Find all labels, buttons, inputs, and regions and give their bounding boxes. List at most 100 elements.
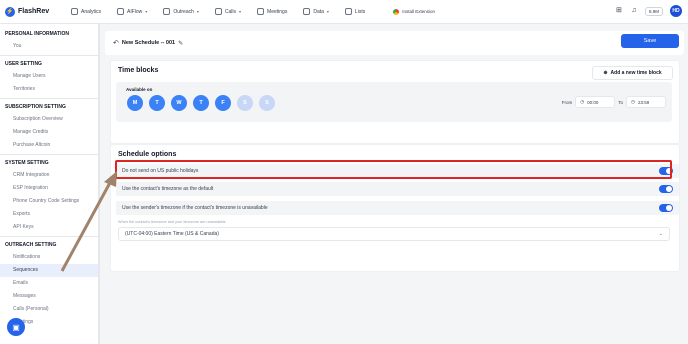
chevron-down-icon: ▾ (239, 9, 242, 14)
clock-icon: ◷ (631, 99, 635, 104)
sidebar-item-esp-integration[interactable]: ESP Integration (0, 182, 98, 195)
nav-label: AIFlow (127, 8, 143, 15)
bell-icon[interactable]: ♫ (630, 7, 638, 15)
top-right-controls: ⊞ ♫ 8.9M HD (615, 5, 682, 17)
schedule-options-title: Schedule options (118, 151, 177, 158)
aiflow-icon (117, 8, 125, 15)
install-extension-link[interactable]: Install Extension (393, 8, 435, 15)
day-thursday[interactable]: T (193, 95, 209, 111)
sidebar-item-subscription-overview[interactable]: Subscription Overview (0, 113, 98, 126)
clock-icon: ◷ (580, 99, 585, 104)
nav-calls[interactable]: Calls ▾ (207, 8, 249, 15)
phone-icon (214, 8, 222, 15)
nav-label: Analytics (81, 8, 102, 15)
top-navigation-bar: ⚡ FlashRev Analytics AIFlow ▾ Outreach ▾ C… (0, 0, 688, 24)
nav-aiflow[interactable]: AIFlow ▾ (109, 8, 155, 15)
highlight-box (115, 160, 672, 179)
time-block-row: Available on M T W T F S S From ◷ 00:00 T… (116, 82, 672, 122)
section-title-outreach: OUTREACH SETTING (5, 242, 57, 248)
sidebar-item-manage-users[interactable]: Manage Users (0, 70, 98, 83)
time-blocks-card: Time blocks ⊕ Add a new time block Avail… (110, 60, 680, 144)
time-blocks-title: Time blocks (118, 67, 159, 74)
contact-timezone-toggle[interactable] (659, 185, 673, 193)
day-saturday[interactable]: S (237, 95, 253, 111)
gift-icon[interactable]: ⊞ (615, 7, 623, 15)
day-selector: M T W T F S S (127, 95, 275, 111)
add-time-block-label: Add a new time block (610, 70, 662, 76)
sidebar-item-messages[interactable]: Messages (0, 290, 98, 303)
add-time-block-button[interactable]: ⊕ Add a new time block (592, 66, 673, 80)
app-logo[interactable]: ⚡ FlashRev (5, 6, 63, 17)
day-tuesday[interactable]: T (149, 95, 165, 111)
schedule-name: New Schedule -- 001 (121, 40, 176, 46)
nav-data[interactable]: Data ▾ (295, 8, 337, 15)
divider (0, 154, 98, 155)
main-nav: Analytics AIFlow ▾ Outreach ▾ Calls ▾ Meeti… (63, 8, 373, 15)
available-on-label: Available on (126, 87, 153, 92)
time-range: From ◷ 00:00 To ◷ 23:59 (562, 96, 666, 108)
day-monday[interactable]: M (127, 95, 143, 111)
credits-badge[interactable]: 8.9M (644, 6, 663, 16)
sidebar-item-manage-credits[interactable]: Manage Credits (0, 126, 98, 139)
to-time-value: 23:59 (637, 99, 650, 105)
option-contact-timezone: Use the contact's timezone as the defaul… (116, 182, 679, 196)
main-content: ↶ New Schedule -- 001 ✎ Save Time blocks… (105, 24, 688, 344)
sender-timezone-toggle[interactable] (659, 204, 673, 212)
sidebar-item-sequences[interactable]: Sequences (0, 264, 98, 277)
settings-sidebar: PERSONAL INFORMATION You USER SETTING Ma… (0, 24, 100, 344)
from-label: From (561, 99, 573, 105)
chevron-down-icon: ⌄ (658, 231, 663, 237)
sidebar-item-calls-personal[interactable]: Calls (Personal) (0, 303, 98, 316)
plus-circle-icon: ⊕ (603, 70, 608, 76)
section-title-user: USER SETTING (5, 61, 42, 67)
divider (0, 236, 98, 237)
nav-label: Meetings (267, 8, 288, 15)
data-icon (303, 8, 311, 15)
chat-bubble-icon: ▣ (12, 322, 20, 332)
chat-button[interactable]: ▣ (7, 318, 25, 336)
nav-label: Lists (354, 8, 366, 15)
list-icon (344, 8, 352, 15)
back-icon[interactable]: ↶ (113, 39, 119, 47)
nav-analytics[interactable]: Analytics (63, 8, 109, 15)
to-time-input[interactable]: ◷ 23:59 (626, 96, 666, 108)
section-title-system: SYSTEM SETTING (5, 160, 49, 166)
extension-label: Install Extension (402, 9, 435, 14)
section-title-personal: PERSONAL INFORMATION (5, 31, 69, 37)
sidebar-item-crm-integration[interactable]: CRM Integration (0, 169, 98, 182)
sidebar-item-api-keys[interactable]: API Keys (0, 221, 98, 234)
divider (0, 55, 98, 56)
from-time-input[interactable]: ◷ 00:00 (575, 96, 616, 108)
nav-meetings[interactable]: Meetings (249, 8, 295, 15)
nav-outreach[interactable]: Outreach ▾ (155, 8, 207, 15)
sidebar-item-exports[interactable]: Exports (0, 208, 98, 221)
chrome-icon (393, 8, 400, 15)
timezone-value: (UTC-04:00) Eastern Time (US & Canada) (125, 231, 219, 237)
sidebar-item-notifications[interactable]: Notifications (0, 251, 98, 264)
sidebar-item-emails[interactable]: Emails (0, 277, 98, 290)
save-button[interactable]: Save (621, 34, 679, 48)
nav-lists[interactable]: Lists (337, 8, 373, 15)
day-friday[interactable]: F (215, 95, 231, 111)
option-label: Use the sender's timezone if the contact… (122, 205, 268, 211)
schedule-header: ↶ New Schedule -- 001 ✎ Save (105, 31, 684, 55)
sidebar-item-territories[interactable]: Territories (0, 83, 98, 96)
section-title-subscription: SUBSCRIPTION SETTING (5, 104, 66, 110)
to-label: To (618, 99, 623, 105)
outreach-icon (163, 8, 171, 15)
from-time-value: 00:00 (587, 99, 599, 105)
nav-label: Calls (224, 8, 237, 15)
avatar[interactable]: HD (670, 5, 682, 17)
sidebar-item-purchase-altcoin[interactable]: Purchase Altcoin (0, 139, 98, 152)
chevron-down-icon: ▾ (196, 9, 199, 14)
sidebar-item-you[interactable]: You (0, 40, 98, 53)
flashrev-logo-icon: ⚡ (5, 6, 15, 17)
analytics-icon (71, 8, 78, 15)
edit-pencil-icon[interactable]: ✎ (178, 40, 183, 47)
calendar-icon (257, 8, 265, 15)
day-wednesday[interactable]: W (171, 95, 187, 111)
timezone-select[interactable]: (UTC-04:00) Eastern Time (US & Canada) ⌄ (118, 227, 670, 241)
day-sunday[interactable]: S (259, 95, 275, 111)
chevron-down-icon: ▾ (145, 9, 148, 14)
sidebar-item-phone-country-code[interactable]: Phone Country Code Settings (0, 195, 98, 208)
